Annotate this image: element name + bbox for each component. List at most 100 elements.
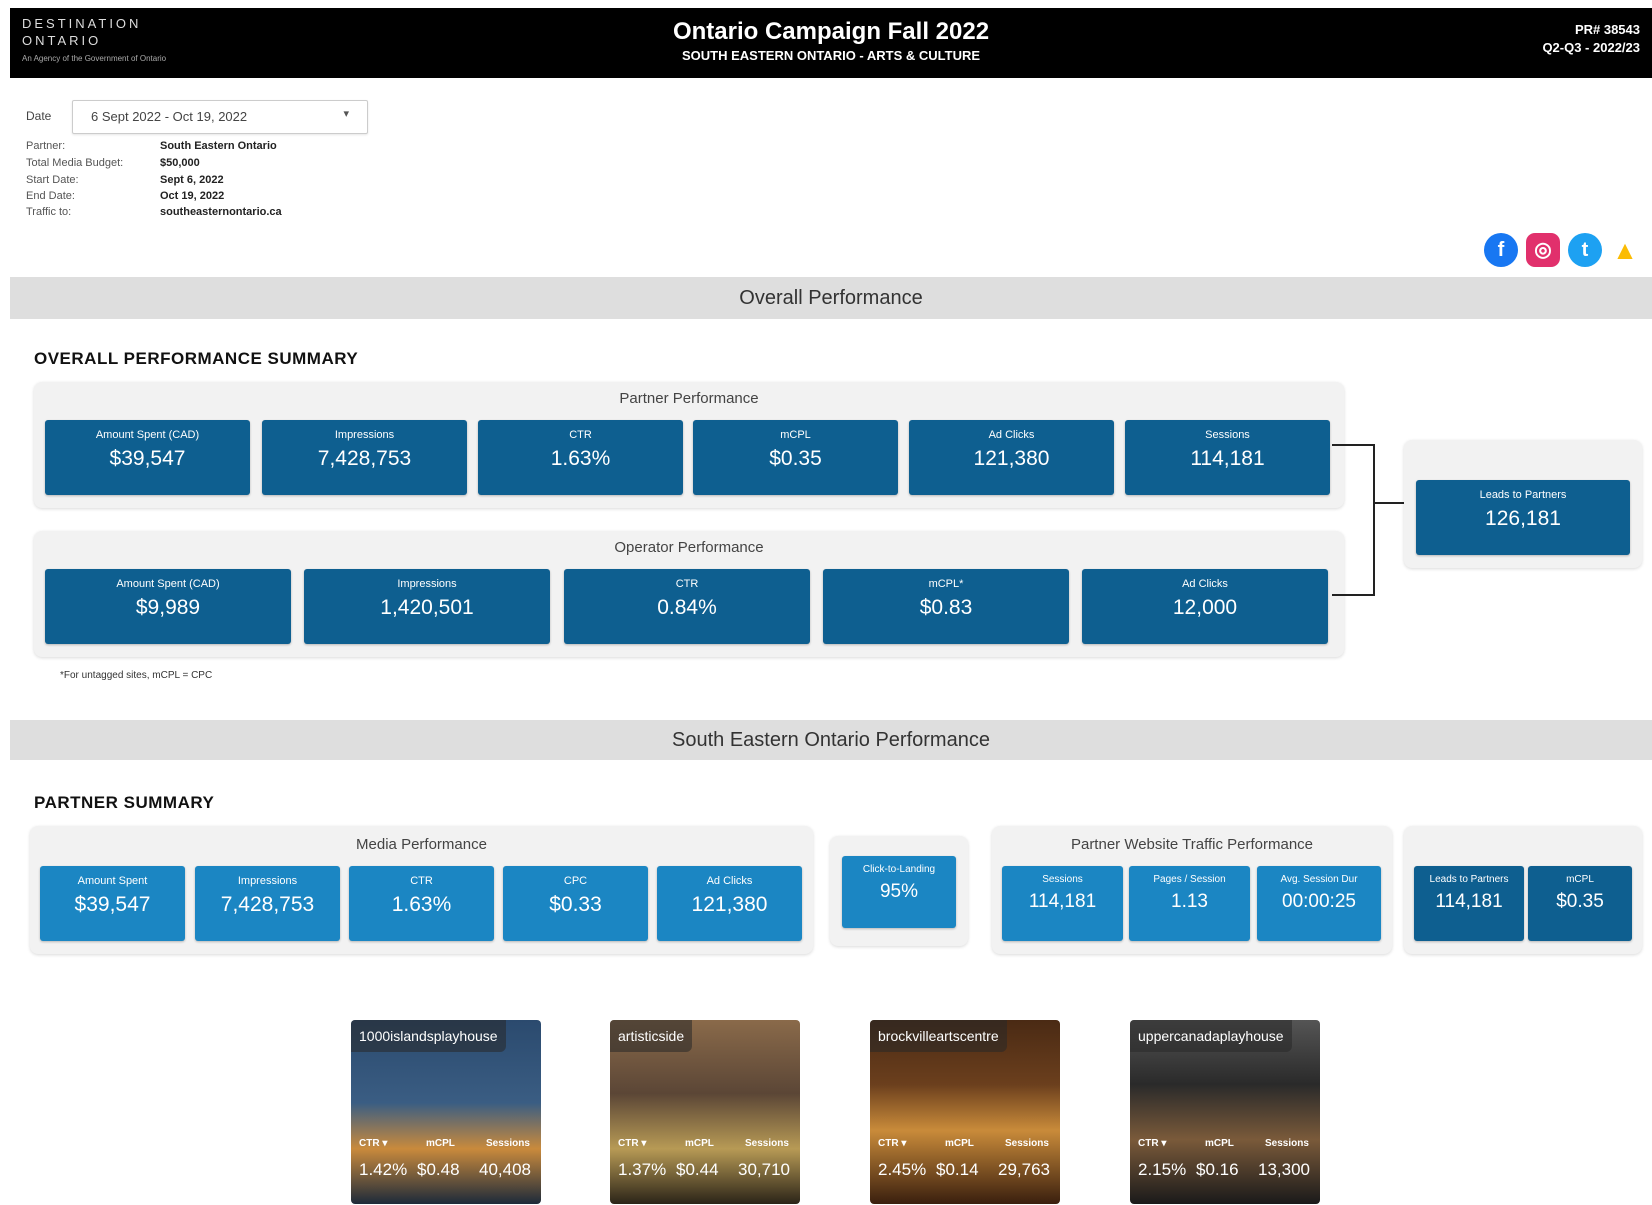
- traffic-to-label: Traffic to:: [26, 206, 72, 218]
- end-date-value: Oct 19, 2022: [160, 190, 225, 202]
- tile-metric-label: Sessions: [486, 1138, 530, 1149]
- partner-tile[interactable]: artisticside CTR ▾ mCPL Sessions 1.37% $…: [610, 1020, 800, 1204]
- kpi-value: 7,428,753: [220, 893, 315, 916]
- kpi-value: 121,380: [691, 893, 768, 916]
- partner-leads-panel: Leads to Partners 114,181 mCPL $0.35: [1404, 826, 1642, 954]
- operator-performance-title: Operator Performance: [614, 539, 764, 556]
- kpi-ad-clicks: Ad Clicks 121,380: [657, 866, 802, 941]
- section-seo-performance: South Eastern Ontario Performance: [10, 720, 1652, 760]
- kpi-label: Ad Clicks: [706, 875, 753, 887]
- tile-sessions-value: 30,710: [738, 1160, 790, 1179]
- tile-mcpl-value: $0.44: [676, 1160, 719, 1179]
- kpi-value: 1.13: [1171, 891, 1208, 912]
- start-date-label: Start Date:: [26, 174, 79, 186]
- media-performance-title: Media Performance: [356, 836, 487, 853]
- tile-metric-label: mCPL: [426, 1138, 455, 1149]
- operator-performance-panel: Operator Performance Amount Spent (CAD) $…: [34, 531, 1344, 657]
- kpi-value: 121,380: [973, 447, 1050, 470]
- kpi-cpc: CPC $0.33: [503, 866, 648, 941]
- report-subtitle: SOUTH EASTERN ONTARIO - ARTS & CULTURE: [681, 48, 981, 63]
- kpi-label: mCPL: [1566, 874, 1594, 885]
- kpi-label: mCPL: [780, 429, 811, 441]
- kpi-label: Ad Clicks: [1182, 578, 1228, 590]
- kpi-label: CPC: [563, 875, 588, 887]
- traffic-to-value: southeasternontario.ca: [160, 206, 282, 218]
- kpi-value: 1.63%: [550, 447, 611, 470]
- kpi-sessions: Sessions 114,181: [1125, 420, 1330, 495]
- date-range-dropdown[interactable]: 6 Sept 2022 - Oct 19, 2022 ▾: [72, 100, 368, 134]
- partner-tile-name: brockvilleartscentre: [870, 1020, 1007, 1052]
- kpi-value: 126,181: [1485, 507, 1561, 530]
- budget-label: Total Media Budget:: [26, 157, 124, 169]
- tile-ctr-value: 1.42%: [359, 1160, 408, 1179]
- tile-mcpl-value: $0.14: [936, 1160, 979, 1179]
- kpi-value: $0.35: [769, 447, 822, 470]
- kpi-value: $39,547: [74, 893, 151, 916]
- partner-tile-name: uppercanadaplayhouse: [1130, 1020, 1292, 1052]
- kpi-value: $0.33: [549, 893, 602, 916]
- date-range-value: 6 Sept 2022 - Oct 19, 2022: [91, 109, 248, 124]
- kpi-pages-per-session: Pages / Session 1.13: [1129, 866, 1250, 941]
- partner-tile[interactable]: brockvilleartscentre CTR ▾ mCPL Sessions…: [870, 1020, 1060, 1204]
- kpi-value: 1.63%: [391, 893, 452, 916]
- kpi-label: Impressions: [237, 875, 298, 887]
- kpi-label: Amount Spent: [77, 875, 148, 887]
- leads-panel: Leads to Partners 126,181: [1404, 440, 1642, 568]
- tile-metric-label: CTR ▾: [1138, 1138, 1167, 1149]
- kpi-impressions: Impressions 7,428,753: [262, 420, 467, 495]
- click-to-landing-panel: Click-to-Landing 95%: [830, 836, 968, 946]
- kpi-amount-spent: Amount Spent (CAD) $9,989: [45, 569, 291, 644]
- facebook-glyph: f: [1497, 239, 1505, 261]
- kpi-label: CTR: [410, 875, 433, 887]
- kpi-value: 114,181: [1028, 891, 1097, 912]
- tile-sessions-value: 40,408: [479, 1160, 531, 1179]
- kpi-label: Click-to-Landing: [862, 864, 936, 875]
- kpi-ctr: CTR 1.63%: [478, 420, 683, 495]
- report-title: Ontario Campaign Fall 2022: [672, 18, 990, 45]
- kpi-value: 114,181: [1435, 891, 1503, 912]
- connector-line: [1332, 444, 1374, 446]
- kpi-value: 0.84%: [657, 596, 717, 619]
- google-ads-icon: ▲: [1608, 233, 1642, 267]
- tile-mcpl-value: $0.48: [417, 1160, 460, 1179]
- chevron-down-icon: ▾: [343, 108, 349, 120]
- kpi-label: Avg. Session Dur: [1280, 874, 1358, 885]
- partner-tile[interactable]: uppercanadaplayhouse CTR ▾ mCPL Sessions…: [1130, 1020, 1320, 1204]
- kpi-value: $39,547: [109, 447, 186, 470]
- kpi-leads-to-partners: Leads to Partners 126,181: [1416, 480, 1630, 555]
- tile-metric-label: mCPL: [945, 1138, 974, 1149]
- footnote: *For untagged sites, mCPL = CPC: [60, 670, 213, 681]
- tile-metric-label: Sessions: [1265, 1138, 1309, 1149]
- tile-metric-label: Sessions: [1005, 1138, 1049, 1149]
- tile-metric-label: CTR ▾: [878, 1138, 907, 1149]
- twitter-icon: t: [1568, 233, 1602, 267]
- kpi-label: CTR: [569, 429, 592, 441]
- kpi-value: 114,181: [1190, 447, 1265, 470]
- partner-tile[interactable]: 1000islandsplayhouse CTR ▾ mCPL Sessions…: [351, 1020, 541, 1204]
- kpi-label: Leads to Partners: [1479, 489, 1567, 501]
- kpi-label: Leads to Partners: [1429, 874, 1509, 885]
- kpi-amount-spent: Amount Spent (CAD) $39,547: [45, 420, 250, 495]
- kpi-label: Impressions: [334, 429, 395, 441]
- partner-label: Partner:: [26, 140, 66, 152]
- traffic-performance-title: Partner Website Traffic Performance: [1070, 836, 1314, 853]
- kpi-mcpl: mCPL* $0.83: [823, 569, 1069, 644]
- kpi-ad-clicks: Ad Clicks 121,380: [909, 420, 1114, 495]
- connector-line: [1374, 502, 1404, 504]
- kpi-label: Amount Spent (CAD): [95, 429, 200, 441]
- kpi-sessions: Sessions 114,181: [1002, 866, 1123, 941]
- kpi-label: Ad Clicks: [988, 429, 1035, 441]
- kpi-value: 12,000: [1172, 596, 1238, 619]
- kpi-ctr: CTR 0.84%: [564, 569, 810, 644]
- kpi-label: Impressions: [397, 578, 457, 590]
- kpi-impressions: Impressions 1,420,501: [304, 569, 550, 644]
- kpi-label: mCPL*: [928, 578, 964, 590]
- kpi-label: Pages / Session: [1153, 874, 1226, 885]
- budget-value: $50,000: [160, 157, 200, 169]
- connector-line: [1332, 594, 1374, 596]
- tile-ctr-value: 2.45%: [878, 1160, 927, 1179]
- header-bar: DESTINATION ONTARIO An Agency of the Gov…: [10, 8, 1652, 78]
- facebook-icon: f: [1484, 233, 1518, 267]
- date-filter-label: Date: [26, 109, 52, 123]
- tile-metric-label: CTR ▾: [359, 1138, 388, 1149]
